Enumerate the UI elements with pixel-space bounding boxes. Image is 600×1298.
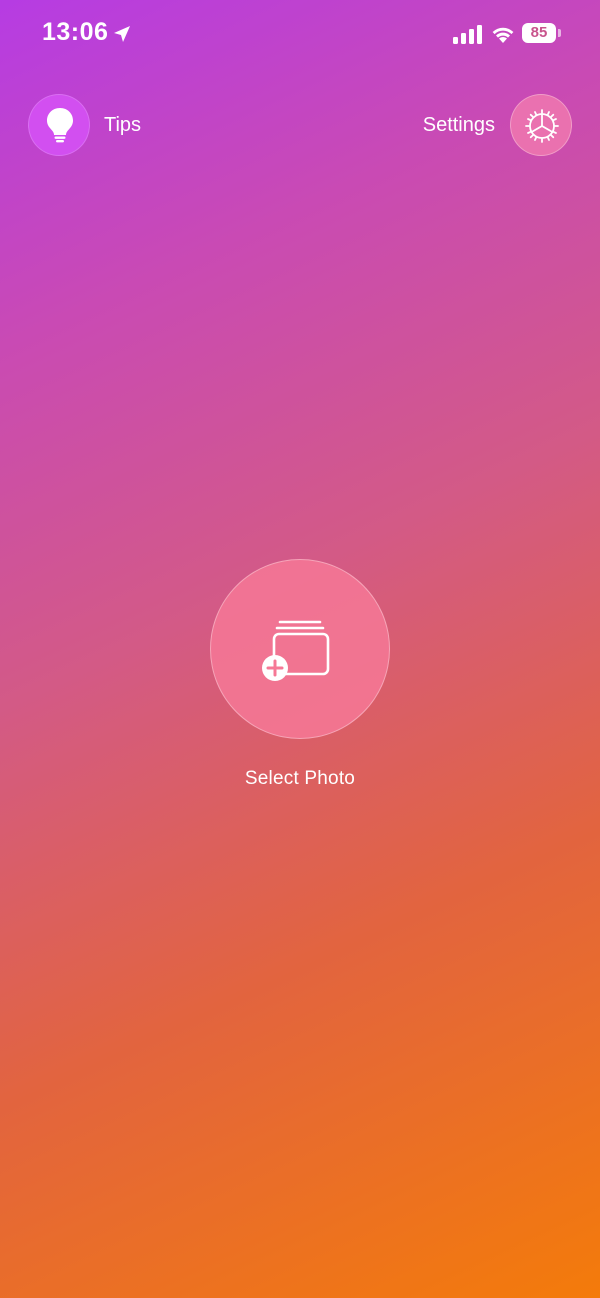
battery-level: 85 [522,23,556,43]
add-photos-icon [262,620,330,681]
settings-label[interactable]: Settings [423,114,495,137]
battery-indicator: 85 [522,23,562,45]
lightbulb-icon [47,108,73,143]
select-photo-button[interactable] [210,559,390,739]
wifi-icon [492,27,514,43]
location-arrow-icon [114,26,130,42]
select-photo-label[interactable]: Select Photo [0,768,600,790]
battery-cap [558,29,561,37]
aperture-gear-icon [525,109,559,143]
settings-button[interactable] [510,94,572,156]
status-time: 13:06 [42,18,109,46]
cellular-signal-icon [453,25,482,44]
tips-label[interactable]: Tips [104,114,141,137]
tips-button[interactable] [28,94,90,156]
app-screen: 13:06 85 Tips Settings Select Photo [0,0,600,1298]
status-bar: 13:06 85 [0,0,600,70]
